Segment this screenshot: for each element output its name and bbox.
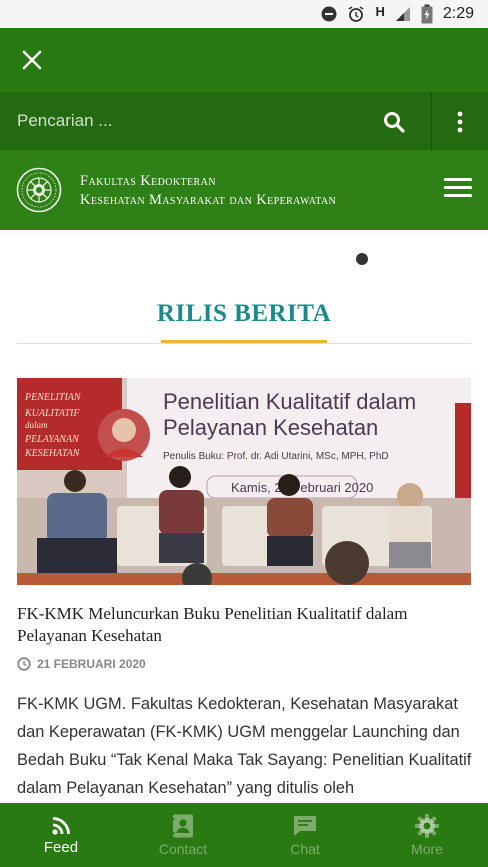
chat-icon <box>294 816 316 836</box>
site-title-line1: Fakultas Kedokteran <box>80 173 216 189</box>
svg-text:KUALITATIF: KUALITATIF <box>24 408 80 419</box>
status-bar: H 2:29 <box>0 0 488 28</box>
article-meta: 21 FEBRUARI 2020 <box>17 657 146 671</box>
close-icon[interactable] <box>18 46 46 74</box>
section-title: RILIS BERITA <box>156 300 332 327</box>
nav-label-contact: Contact <box>158 841 208 857</box>
banner-title-line2: Pelayanan Kesehatan <box>163 415 378 440</box>
search-bar <box>0 92 488 150</box>
site-title[interactable]: Fakultas Kedokteran Kesehatan Masyarakat… <box>80 172 336 210</box>
banner-date: Kamis, 20 Februari 2020 <box>231 480 373 495</box>
svg-text:dalam: dalam <box>25 420 48 430</box>
hamburger-menu-icon[interactable] <box>444 178 472 202</box>
search-divider <box>431 92 432 150</box>
bottom-navigation: Feed Contact Chat More <box>0 803 488 867</box>
svg-text:PELAYANAN: PELAYANAN <box>24 434 80 445</box>
app-top-bar <box>0 28 488 92</box>
section-divider <box>17 343 471 344</box>
status-time: 2:29 <box>442 5 474 22</box>
signal-icon <box>395 7 410 21</box>
nav-item-chat[interactable]: Chat <box>244 803 366 867</box>
clock-icon <box>17 657 31 671</box>
banner-title-line1: Penelitian Kualitatif dalam <box>163 389 416 414</box>
article-date: 21 FEBRUARI 2020 <box>37 657 146 671</box>
site-title-line2: Kesehatan Masyarakat dan Keperawatan <box>80 192 337 208</box>
do-not-disturb-icon <box>321 6 337 22</box>
article-title-link[interactable]: FK-KMK Meluncurkan Buku Penelitian Kuali… <box>17 603 471 647</box>
site-header: Fakultas Kedokteran Kesehatan Masyarakat… <box>0 150 488 230</box>
nav-item-contact[interactable]: Contact <box>122 803 244 867</box>
nav-item-feed[interactable]: Feed <box>0 803 122 867</box>
svg-text:KESEHATAN: KESEHATAN <box>24 448 81 459</box>
contact-icon <box>171 814 193 838</box>
search-input[interactable] <box>0 92 432 150</box>
ugm-logo[interactable] <box>16 167 62 213</box>
nav-item-more[interactable]: More <box>366 803 488 867</box>
carousel-indicator-dot[interactable] <box>356 253 368 265</box>
nav-label-chat: Chat <box>290 841 320 857</box>
nav-label-more: More <box>411 841 443 857</box>
search-icon[interactable] <box>380 108 408 136</box>
article-image[interactable]: PENELITIAN KUALITATIF dalam PELAYANAN KE… <box>17 378 471 585</box>
network-type: H <box>375 3 385 19</box>
gear-icon <box>415 814 439 838</box>
book-title-text: PENELITIAN <box>24 392 82 403</box>
article-excerpt: FK-KMK UGM. Fakultas Kedokteran, Kesehat… <box>17 695 472 797</box>
battery-icon <box>421 4 433 24</box>
more-vertical-icon[interactable] <box>448 108 472 136</box>
alarm-icon <box>349 6 364 22</box>
banner-author: Penulis Buku: Prof. dr. Adi Utarini, MSc… <box>163 451 389 462</box>
nav-label-feed: Feed <box>43 838 79 856</box>
rss-icon <box>52 816 70 835</box>
